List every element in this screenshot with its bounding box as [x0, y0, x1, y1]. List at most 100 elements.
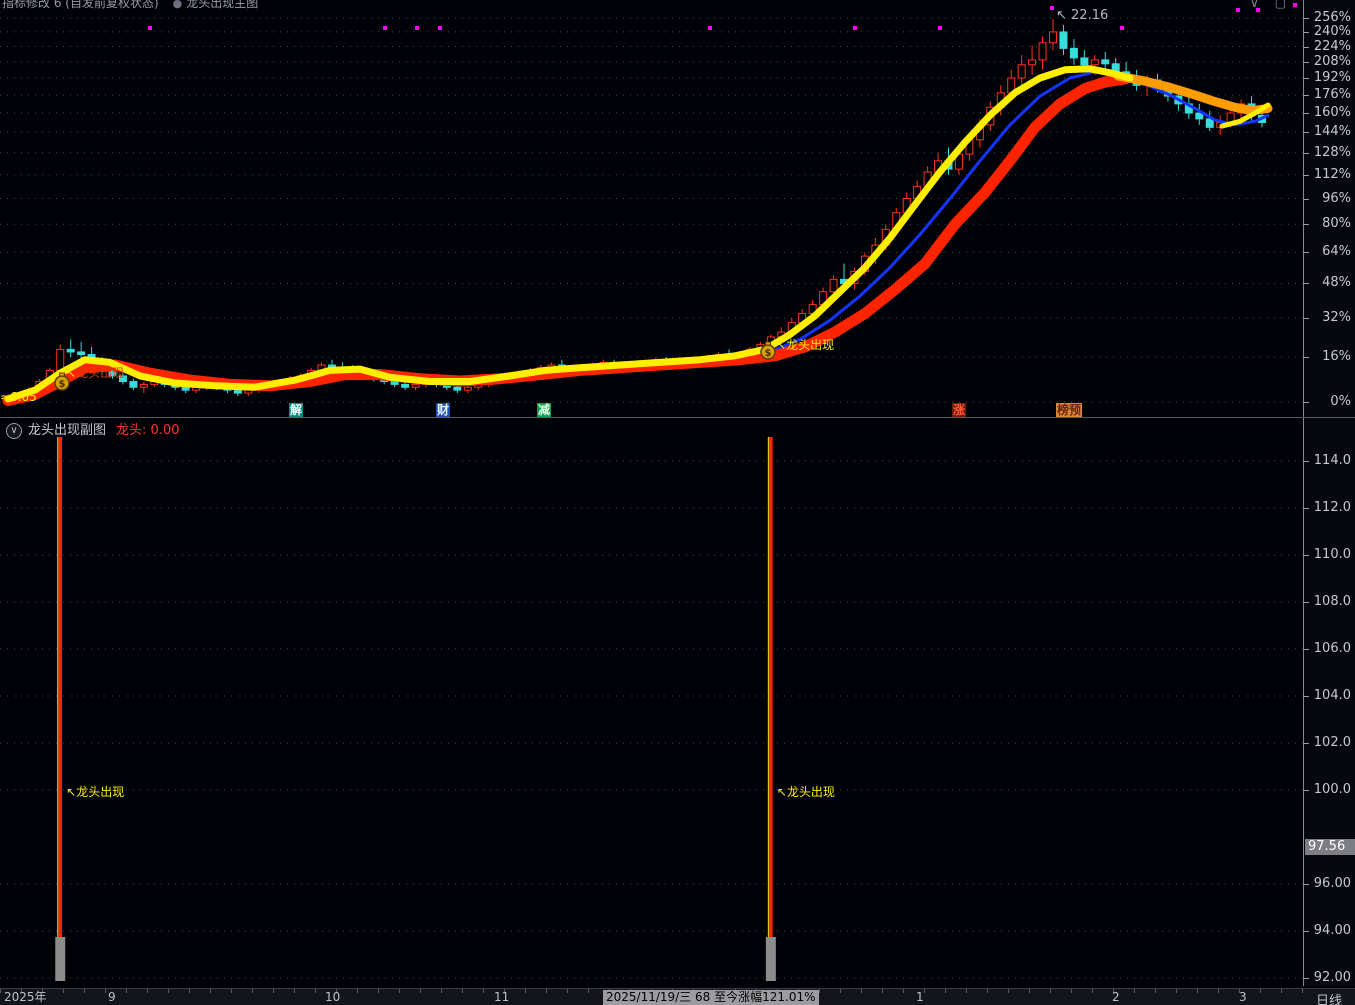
candle-up [139, 383, 148, 388]
y-axis-tick [1304, 602, 1309, 603]
x-axis-label: 1 [916, 990, 924, 1004]
candle-down [1069, 47, 1078, 59]
y-axis-tick [1304, 199, 1309, 200]
y-axis-label: 112% [1313, 167, 1351, 182]
collapse-circle-icon[interactable]: ∨ [6, 422, 22, 439]
y-axis-label: 256% [1313, 10, 1351, 25]
sub-chart-title[interactable]: 龙头出现副图 [28, 423, 106, 438]
y-axis-tick [1304, 508, 1309, 509]
candle-up [1017, 64, 1026, 79]
current-price-badge: 97.56 [1305, 839, 1355, 855]
event-tag[interactable]: 榜预 [1056, 403, 1083, 417]
x-axis-bar: 日线 2025年 9 10 11 2025/11/19/三 68 至今涨幅121.01%… [0, 988, 1355, 1005]
candle-up [1038, 42, 1047, 61]
main-chart-canvas[interactable]: $$ [0, 0, 1303, 418]
candle-up [463, 386, 472, 391]
signal-label: ↖龙头出现 [66, 366, 125, 380]
y-axis-label: 144% [1313, 124, 1351, 139]
event-tag[interactable]: 减 [537, 403, 552, 417]
y-axis-tick [1304, 95, 1309, 96]
signal-label: ↖龙头出现 [776, 785, 835, 799]
y-axis-tick [1304, 153, 1309, 154]
y-axis-label: 108.0 [1313, 594, 1351, 609]
y-axis-tick [1304, 402, 1309, 403]
crosshair-date-badge: 2025/11/19/三 68 至今涨幅121.01% [603, 990, 819, 1005]
signal-bar-gray [55, 937, 66, 981]
candle-up [1028, 59, 1037, 66]
y-axis-tick [1304, 32, 1309, 33]
ma-red [2, 73, 1131, 406]
ma-orange [1113, 71, 1273, 116]
arrow-up-left-icon: ↖ [66, 366, 77, 380]
y-axis-label: 94.00 [1313, 923, 1351, 938]
period-selector[interactable]: 日线 [1316, 990, 1342, 1005]
y-axis-label: 160% [1313, 105, 1351, 120]
y-axis-label: 110.0 [1313, 547, 1351, 562]
sub-series-value: 龙头: 0.00 [116, 423, 180, 438]
candle-down [233, 389, 242, 394]
y-axis-label: 176% [1313, 87, 1351, 102]
x-axis-label: 11 [494, 990, 510, 1004]
ma-blue [6, 70, 1270, 402]
candle-down [1080, 57, 1089, 66]
y-axis-tick [1304, 47, 1309, 48]
main-y-axis: 256% 240% 224% 208% 192% 176% 160% 144% 128% 112%… [1303, 0, 1355, 418]
x-axis-label: 9 [108, 990, 116, 1004]
y-axis-label: 96.00 [1313, 876, 1351, 891]
y-axis-tick [1304, 18, 1309, 19]
y-axis-label: 106.0 [1313, 641, 1351, 656]
event-tag[interactable]: 涨 [952, 403, 967, 417]
y-axis-label: 96% [1322, 191, 1351, 206]
y-axis-label: 100.0 [1313, 782, 1351, 797]
trading-app-window: 指标修改 6 (自发前复权状态) ● 龙头出现主图 ∨▢ $ $ 256% 240% 22… [0, 0, 1355, 1005]
y-axis-label: 128% [1313, 145, 1351, 160]
svg-text:$: $ [59, 379, 66, 390]
sub-chart-canvas[interactable] [0, 418, 1303, 986]
candle-down [453, 386, 462, 391]
y-axis-label: 208% [1313, 54, 1351, 69]
candle-up [829, 278, 838, 293]
event-dot [1236, 8, 1240, 12]
y-axis-tick [1304, 113, 1309, 114]
event-tag[interactable]: 解 [289, 403, 304, 417]
candle-down [1101, 59, 1110, 65]
y-axis-label: 0% [1330, 394, 1351, 409]
y-axis-tick [1304, 318, 1309, 319]
arrow-up-left-icon: ↖ [776, 338, 787, 352]
sub-y-axis: 114.0 112.0 110.0 108.0 106.0 104.0 102.0 100.0… [1303, 418, 1355, 986]
candle-down [1059, 31, 1068, 49]
y-axis-label: 112.0 [1313, 500, 1351, 515]
y-axis-tick [1304, 357, 1309, 358]
event-tag[interactable]: 财 [436, 403, 451, 417]
price-annotation: ≈6.05 [0, 390, 37, 404]
candle-down [181, 386, 190, 391]
candle-down [66, 348, 75, 353]
y-axis-label: 240% [1313, 24, 1351, 39]
y-axis-tick [1304, 931, 1309, 932]
x-axis-label: 2025年 [4, 990, 47, 1004]
y-axis-tick [1304, 283, 1309, 284]
x-axis-label: 2 [1112, 990, 1120, 1004]
price-annotation: ↖ 22.16 [1056, 8, 1109, 23]
candle-down [390, 381, 399, 385]
y-axis-tick [1304, 78, 1309, 79]
y-axis-label: 48% [1322, 275, 1351, 290]
x-axis-label: 3 [1239, 990, 1247, 1004]
y-axis-tick [1304, 224, 1309, 225]
y-axis-tick [1304, 132, 1309, 133]
event-dot [148, 26, 152, 30]
signal-label: ↖龙头出现 [66, 785, 125, 799]
y-axis-tick [1304, 743, 1309, 744]
ma-yellow [4, 65, 1134, 403]
y-axis-label: 64% [1322, 244, 1351, 259]
x-axis-label: 10 [325, 990, 341, 1004]
y-axis-tick [1304, 555, 1309, 556]
event-dot [853, 26, 857, 30]
event-dot [383, 26, 387, 30]
y-axis-tick [1304, 978, 1309, 979]
y-axis-tick [1304, 649, 1309, 650]
candle-down [77, 351, 86, 356]
event-dot [938, 26, 942, 30]
y-axis-label: 80% [1322, 216, 1351, 231]
y-axis-tick [1304, 175, 1309, 176]
